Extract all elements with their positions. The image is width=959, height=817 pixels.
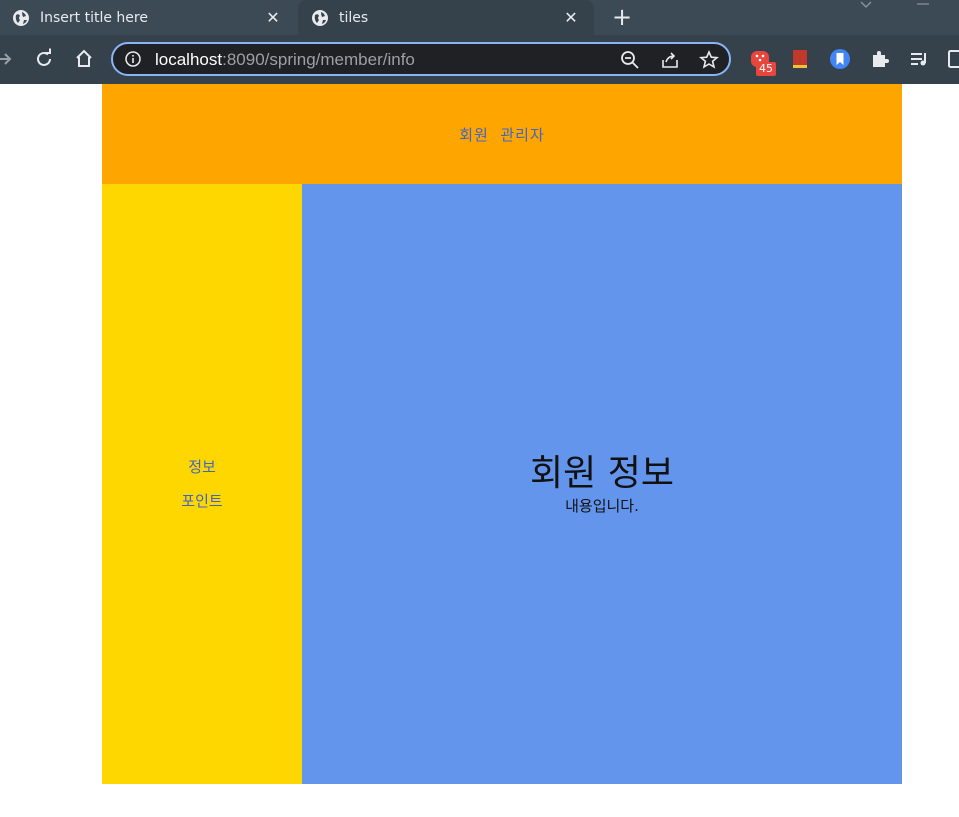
address-bar[interactable]: localhost:8090/spring/member/info xyxy=(111,42,731,76)
tab-strip: Insert title here ✕ tiles ✕ + xyxy=(0,0,959,35)
url-host: localhost xyxy=(155,50,223,69)
tab-tiles[interactable]: tiles ✕ xyxy=(298,0,594,35)
globe-icon xyxy=(13,9,29,26)
header-admin-link[interactable]: 회원 관리자 xyxy=(459,124,545,145)
sidebar: 정보 포인트 xyxy=(102,184,302,784)
info-icon[interactable] xyxy=(125,51,141,67)
tab-title: tiles xyxy=(339,9,369,26)
forward-icon[interactable] xyxy=(0,47,16,71)
zoom-icon[interactable] xyxy=(620,50,640,70)
media-queue-icon[interactable] xyxy=(909,48,931,70)
close-tab-icon[interactable]: ✕ xyxy=(264,8,282,27)
extensions-puzzle-icon[interactable] xyxy=(869,48,891,70)
minimize-icon[interactable] xyxy=(915,0,931,10)
sidebar-item-point[interactable]: 포인트 xyxy=(181,484,222,518)
sidebar-item-info[interactable]: 정보 xyxy=(188,450,216,484)
close-tab-icon[interactable]: ✕ xyxy=(562,8,580,27)
extension-icon-bookmark[interactable] xyxy=(829,48,851,70)
page-title: 회원 정보 xyxy=(530,453,674,494)
content-text: 내용입니다. xyxy=(565,497,639,515)
side-panel-icon[interactable] xyxy=(947,48,959,70)
url-path: :8090/spring/member/info xyxy=(222,50,415,69)
tab-title: Insert title here xyxy=(40,9,148,26)
page: 회원 관리자 정보 포인트 회원 정보 내용입니다. xyxy=(102,84,902,784)
reload-icon[interactable] xyxy=(32,47,56,71)
extension-badge: 45 xyxy=(756,62,776,76)
share-icon[interactable] xyxy=(660,50,680,70)
url-text[interactable]: localhost:8090/spring/member/info xyxy=(155,50,415,70)
tab-search-icon[interactable] xyxy=(858,0,874,10)
new-tab-button[interactable]: + xyxy=(609,3,635,31)
bookmark-star-icon[interactable] xyxy=(699,50,719,70)
extension-icon-book[interactable] xyxy=(789,48,811,70)
tab-insert-title[interactable]: Insert title here ✕ xyxy=(0,0,296,35)
globe-icon xyxy=(312,9,328,26)
main-content: 회원 정보 내용입니다. xyxy=(302,184,902,784)
home-icon[interactable] xyxy=(72,47,96,71)
browser-toolbar: localhost:8090/spring/member/info xyxy=(0,35,959,84)
header: 회원 관리자 xyxy=(102,84,902,184)
